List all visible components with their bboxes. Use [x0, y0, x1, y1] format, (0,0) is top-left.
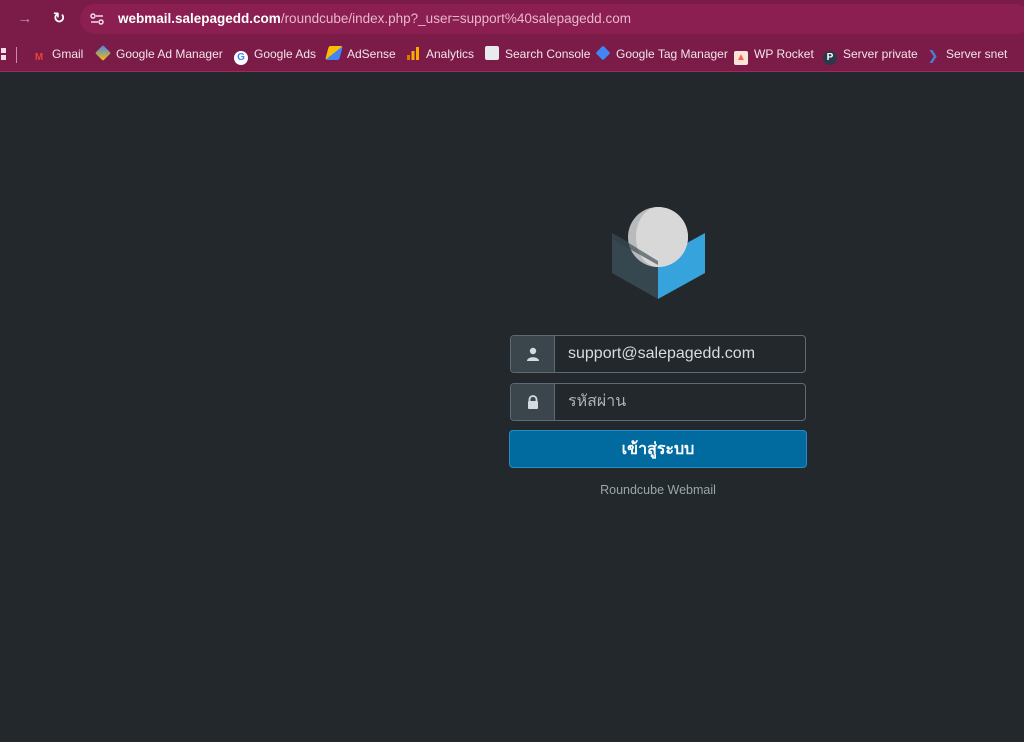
adsense-icon — [325, 46, 343, 60]
gmail-icon: M — [34, 52, 44, 63]
user-icon-box — [511, 336, 555, 372]
apps-grid-icon[interactable] — [0, 48, 6, 60]
bookmark-search-console[interactable]: Search Console — [485, 38, 590, 72]
bookmark-server-snet[interactable]: ❯ Server snet — [926, 38, 1008, 72]
login-button[interactable]: เข้าสู่ระบบ — [509, 430, 807, 468]
url-host: webmail.salepagedd.com — [118, 11, 281, 26]
bookmarks-separator — [16, 47, 17, 63]
bookmark-gmail[interactable]: M Gmail — [32, 38, 84, 72]
bookmark-server-private[interactable]: P Server private — [823, 38, 918, 72]
bookmarks-bar: M Gmail Google Ad Manager G Google Ads AdS… — [0, 38, 1024, 72]
google-icon: G — [234, 51, 248, 65]
bookmark-google-ads[interactable]: G Google Ads — [234, 38, 316, 72]
username-field — [510, 335, 806, 373]
forward-arrow-icon[interactable]: → — [13, 7, 37, 31]
roundcube-logo — [612, 207, 705, 299]
wp-rocket-icon: ▲ — [734, 51, 748, 65]
address-bar[interactable]: webmail.salepagedd.com/roundcube/index.p… — [80, 4, 1024, 34]
lock-icon-box — [511, 384, 555, 420]
reload-icon[interactable]: ↻ — [47, 7, 71, 31]
bookmark-google-ad-manager[interactable]: Google Ad Manager — [95, 38, 223, 72]
tag-manager-icon — [595, 45, 611, 61]
site-settings-icon[interactable] — [88, 10, 106, 28]
bookmark-analytics[interactable]: Analytics — [406, 38, 474, 72]
user-icon — [527, 347, 539, 361]
ad-manager-icon — [95, 45, 111, 61]
server-snet-icon: ❯ — [927, 48, 939, 63]
password-input[interactable] — [556, 384, 804, 420]
password-field — [510, 383, 806, 421]
bookmark-google-tag-manager[interactable]: Google Tag Manager — [595, 38, 728, 72]
username-input[interactable] — [556, 336, 804, 372]
bookmark-wp-rocket[interactable]: ▲ WP Rocket — [734, 38, 814, 72]
product-name: Roundcube Webmail — [600, 483, 716, 497]
browser-toolbar: → ↻ webmail.salepagedd.com/roundcube/ind… — [0, 0, 1024, 38]
url-path: /roundcube/index.php?_user=support%40sal… — [280, 11, 631, 26]
analytics-icon — [407, 47, 419, 60]
search-console-icon — [485, 46, 499, 60]
server-private-icon: P — [823, 51, 837, 65]
bookmark-adsense[interactable]: AdSense — [325, 38, 396, 72]
url-text[interactable]: webmail.salepagedd.com/roundcube/index.p… — [118, 4, 631, 34]
lock-icon — [528, 395, 538, 409]
